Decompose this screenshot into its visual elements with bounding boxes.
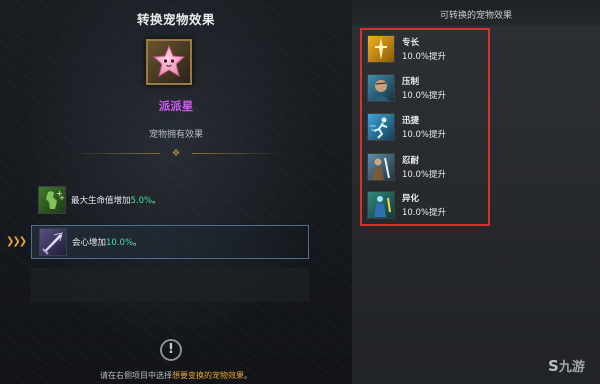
hp-buff-icon: + + [38,186,66,214]
instruction-hint: 请在右侧项目中选择想要变换的宠物效果。 [100,371,252,380]
expertise-icon [367,35,395,63]
option-suppress[interactable]: 压制 10.0%提升 [365,70,485,106]
option-mutation[interactable]: 异化 10.0%提升 [365,187,485,223]
option-name: 忍耐 [402,156,420,166]
ornament-divider: ❖ [70,148,282,160]
mutation-icon [367,191,395,219]
pet-effect-row-empty[interactable] [31,268,309,302]
pet-portrait[interactable] [146,39,192,85]
option-endurance[interactable]: 忍耐 10.0%提升 [365,149,485,185]
option-name: 压制 [402,77,420,87]
option-value: 10.0%提升 [402,52,447,62]
option-swift[interactable]: 迅捷 10.0%提升 [365,109,485,145]
option-name: 迅捷 [402,116,420,126]
effect-text: 最大生命值增加5.0%。 [71,196,161,206]
site-watermark: S九游 [548,357,585,375]
swift-icon [367,113,395,141]
effect-value: 5.0% [130,196,153,206]
effect-text: 会心增加10.0%。 [72,238,142,248]
pet-effect-row-selected[interactable]: 会心增加10.0%。 [31,225,309,259]
option-value: 10.0%提升 [402,170,447,180]
option-name: 专长 [402,38,420,48]
option-expertise[interactable]: 专长 10.0%提升 [365,31,485,67]
option-value: 10.0%提升 [402,130,447,140]
svg-text:+: + [59,194,65,202]
right-panel-title: 可转换的宠物效果 [439,11,512,21]
endurance-icon [367,153,395,181]
crit-sword-icon [39,228,67,256]
pet-effect-row[interactable]: + + 最大生命值增加5.0%。 [31,183,309,217]
star-pet-icon [152,44,186,78]
warning-icon: ! [160,339,182,361]
option-value: 10.0%提升 [402,208,447,218]
pet-effects-subtitle: 宠物拥有效果 [148,130,203,140]
selected-indicator-arrows: ❯❯❯ [6,236,27,247]
option-name: 异化 [402,194,420,204]
pet-name: 派派星 [158,99,194,113]
panel-title: 转换宠物效果 [136,12,215,27]
suppress-icon [367,74,395,102]
effect-value: 10.0% [106,238,134,248]
option-value: 10.0%提升 [402,91,447,101]
